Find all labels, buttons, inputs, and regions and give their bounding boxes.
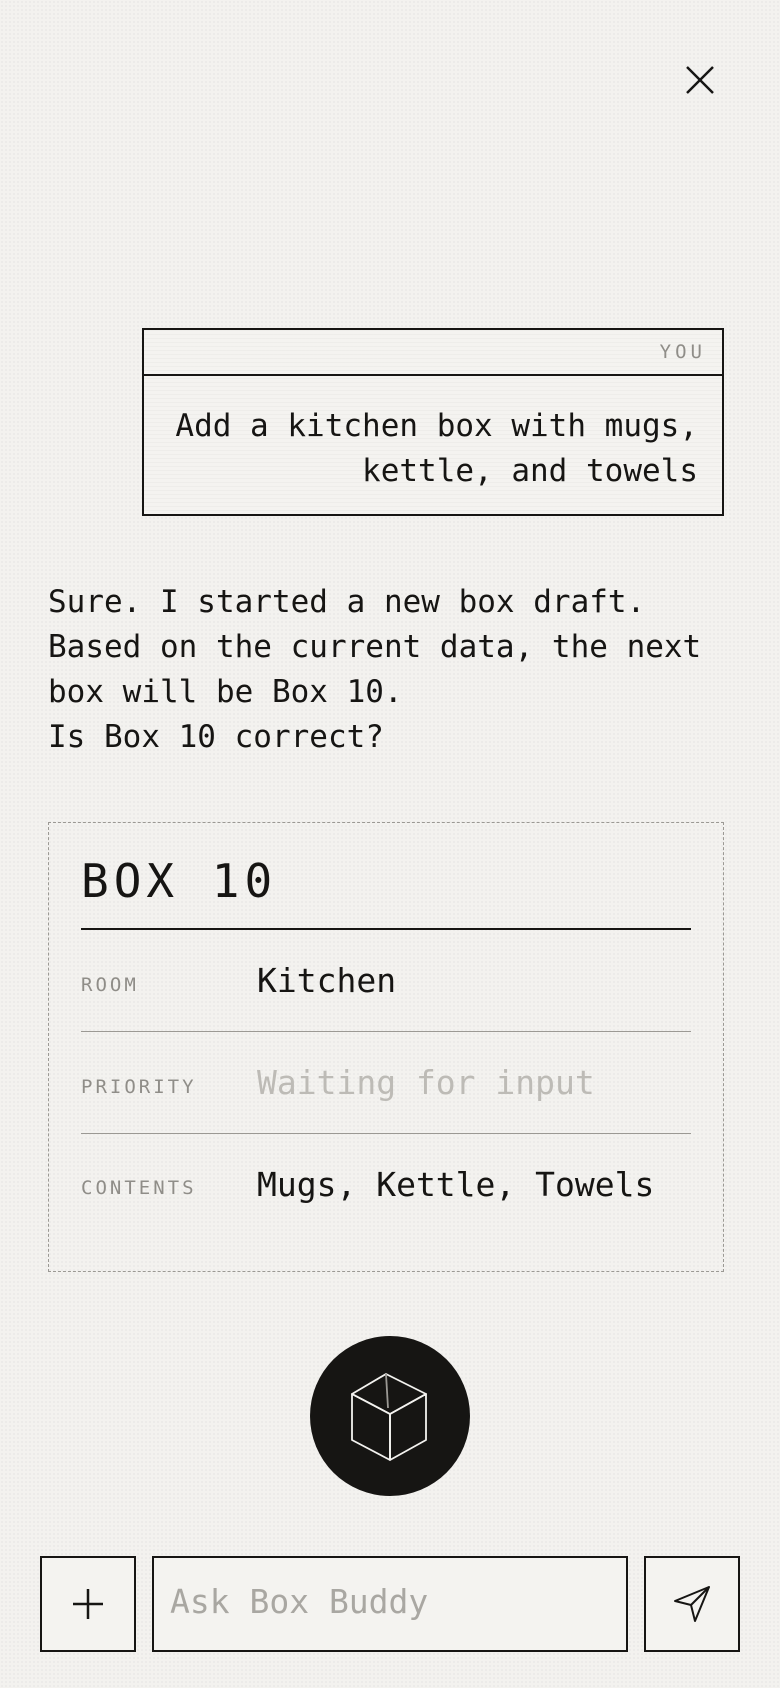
close-button[interactable]	[676, 56, 724, 104]
field-value[interactable]: Kitchen	[257, 961, 396, 1000]
field-label: PRIORITY	[81, 1075, 197, 1098]
field-label: CONTENTS	[81, 1177, 197, 1199]
field-value[interactable]: Mugs, Kettle, Towels	[257, 1165, 654, 1204]
add-attachment-button[interactable]	[40, 1556, 136, 1652]
assistant-message-line: Sure. I started a new box draft.	[48, 584, 646, 620]
box-draft-card: BOX 10 ROOM Kitchen PRIORITY Waiting for…	[48, 822, 724, 1272]
assistant-message-line: Is Box 10 correct?	[48, 719, 384, 755]
field-placeholder[interactable]: Waiting for input	[257, 1063, 595, 1102]
send-button[interactable]	[644, 1556, 740, 1652]
message-sender-label: YOU	[144, 330, 722, 376]
box-cube-icon	[351, 1373, 427, 1461]
box-draft-title: BOX 10	[81, 823, 691, 930]
box-field-room[interactable]: ROOM Kitchen	[81, 930, 691, 1032]
assistant-message-line: Based on the current data, the next box …	[48, 629, 702, 710]
user-message-text: Add a kitchen box with mugs, kettle, and…	[175, 408, 698, 489]
user-message-bubble: YOU Add a kitchen box with mugs, kettle,…	[142, 328, 724, 516]
field-label: ROOM	[81, 973, 139, 996]
send-icon	[674, 1586, 710, 1622]
assistant-message: Sure. I started a new box draft. Based o…	[48, 580, 738, 760]
box-buddy-button[interactable]	[310, 1336, 470, 1496]
box-field-contents[interactable]: CONTENTS Mugs, Kettle, Towels	[81, 1134, 691, 1234]
plus-icon	[73, 1589, 103, 1619]
box-field-priority[interactable]: PRIORITY Waiting for input	[81, 1032, 691, 1134]
close-icon	[686, 66, 714, 94]
ask-box-buddy-input[interactable]	[152, 1556, 628, 1652]
